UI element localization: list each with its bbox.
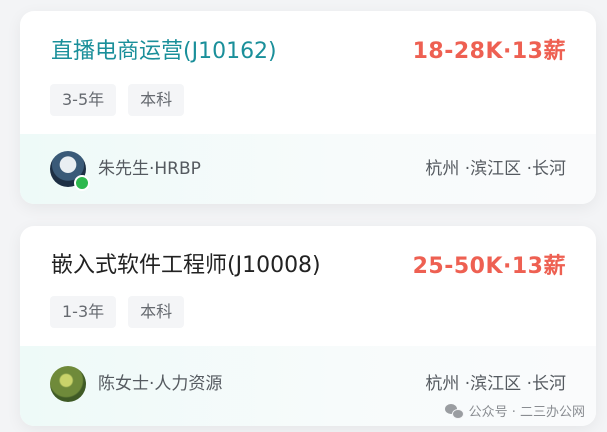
watermark-text: 公众号 · 二三办公网 <box>468 405 585 420</box>
watermark: 公众号 · 二三办公网 <box>444 401 585 420</box>
recruiter-bar: 朱先生·HRBP 杭州 ·滨江区 ·长河 <box>20 134 596 204</box>
job-tags: 3-5年 本科 <box>50 84 185 116</box>
education-tag: 本科 <box>128 296 185 328</box>
wechat-icon <box>444 403 464 419</box>
education-tag: 本科 <box>128 84 185 116</box>
salary-label: 18-28K·13薪 <box>412 39 566 64</box>
experience-tag: 3-5年 <box>50 84 117 116</box>
recruiter-name: 陈女士·人力资源 <box>98 374 223 394</box>
job-location: 杭州 ·滨江区 ·长河 <box>425 374 566 394</box>
job-card-header: 直播电商运营(J10162) 18-28K·13薪 3-5年 本科 <box>20 11 596 133</box>
job-card-header: 嵌入式软件工程师(J10008) 25-50K·13薪 1-3年 本科 <box>20 226 596 348</box>
online-status-icon <box>74 175 90 191</box>
salary-label: 25-50K·13薪 <box>412 254 566 279</box>
job-tags: 1-3年 本科 <box>50 296 185 328</box>
experience-tag: 1-3年 <box>50 296 117 328</box>
job-card[interactable]: 直播电商运营(J10162) 18-28K·13薪 3-5年 本科 朱先生·HR… <box>20 11 596 204</box>
recruiter-name: 朱先生·HRBP <box>98 159 201 179</box>
job-title[interactable]: 直播电商运营(J10162) <box>51 37 277 67</box>
job-title[interactable]: 嵌入式软件工程师(J10008) <box>51 251 321 281</box>
recruiter-avatar <box>50 366 86 402</box>
job-card[interactable]: 嵌入式软件工程师(J10008) 25-50K·13薪 1-3年 本科 陈女士·… <box>20 226 596 426</box>
job-location: 杭州 ·滨江区 ·长河 <box>425 159 566 179</box>
